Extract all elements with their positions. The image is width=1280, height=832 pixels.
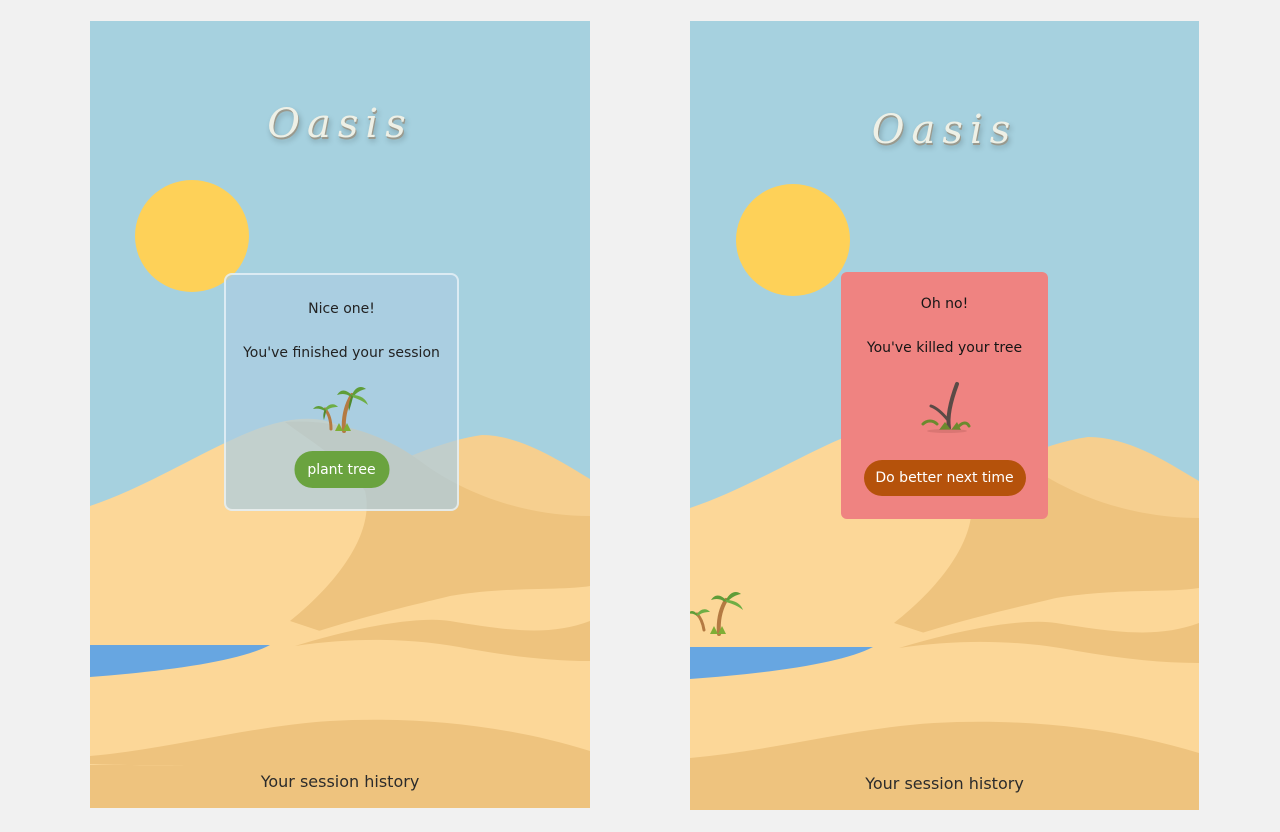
dialog-heading: Oh no! xyxy=(920,296,969,312)
success-screen: Oasis Nice one! You've finished your ses… xyxy=(90,21,590,808)
tree-killed-dialog: Oh no! You've killed your tree Do better… xyxy=(841,272,1048,519)
palm-tree-icon xyxy=(690,592,743,636)
session-history-link[interactable]: Your session history xyxy=(90,772,590,791)
app-logo: Oasis xyxy=(267,101,413,147)
dialog-message: You've killed your tree xyxy=(866,340,1023,356)
app-logo: Oasis xyxy=(871,107,1018,153)
dialog-message: You've finished your session xyxy=(243,345,440,361)
plant-tree-button[interactable]: plant tree xyxy=(294,451,389,488)
palm-tree-icon xyxy=(312,387,368,433)
session-complete-dialog: Nice one! You've finished your session p… xyxy=(224,273,459,511)
fail-screen: Oasis Oh no! You've killed your tree Do … xyxy=(690,21,1199,810)
session-history-link[interactable]: Your session history xyxy=(690,774,1199,793)
sun xyxy=(736,184,850,296)
dialog-heading: Nice one! xyxy=(308,301,375,317)
do-better-button[interactable]: Do better next time xyxy=(863,460,1026,496)
dead-tree-icon xyxy=(921,382,970,433)
